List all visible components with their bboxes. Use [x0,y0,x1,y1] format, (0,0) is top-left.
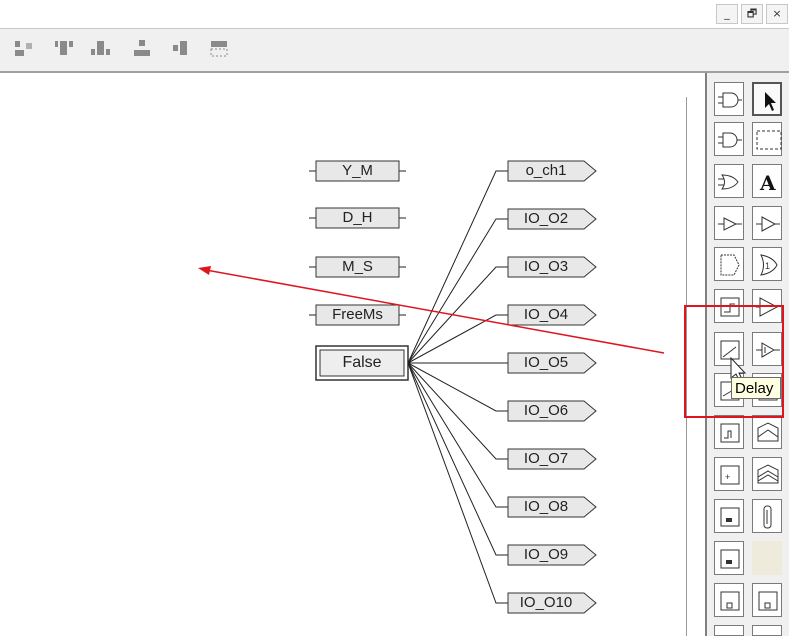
tooltip-delay: Delay [731,377,781,399]
highlight-box [684,305,784,418]
